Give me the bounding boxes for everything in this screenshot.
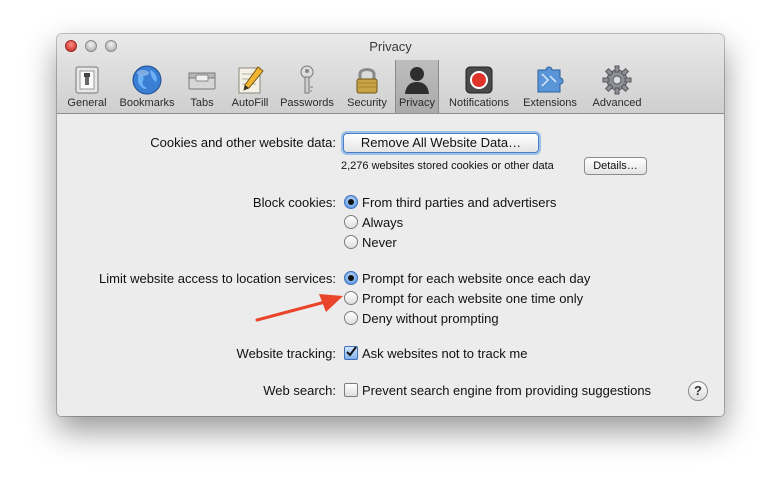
do-not-track-label[interactable]: Ask websites not to track me [362,346,527,361]
prevent-suggestions-label[interactable]: Prevent search engine from providing sug… [362,383,651,398]
radio-label-third-parties[interactable]: From third parties and advertisers [362,195,556,210]
details-button[interactable]: Details… [584,157,647,175]
annotation-arrow [255,294,343,322]
tabs-icon [188,72,216,90]
preferences-window: Privacy General Bookmarks Tabs AutoFill … [57,34,724,416]
annotation-arrow-shaft [255,300,327,322]
toolbar-item-label: Advanced [592,97,642,109]
toolbar-item-label: AutoFill [231,97,269,109]
toolbar-item-passwords[interactable]: Passwords [277,60,337,112]
toolbar-item-label: Privacy [398,97,436,109]
padlock-icon [356,68,378,94]
toolbar-item-label: Tabs [190,97,214,109]
toolbar-item-extensions[interactable]: Extensions [519,60,581,112]
notifications-record-icon [465,66,493,94]
general-switch-icon [75,66,99,94]
toolbar-item-label: Security [347,97,387,109]
toolbar-item-general[interactable]: General [63,60,111,112]
radio-block-third-parties[interactable] [344,195,358,209]
toolbar-item-label: General [67,97,107,109]
radio-label-once-each-day[interactable]: Prompt for each website once each day [362,271,590,286]
block-cookies-label: Block cookies: [252,195,336,210]
cookies-label: Cookies and other website data: [150,135,336,150]
radio-location-once-each-day[interactable] [344,271,358,285]
toolbar-item-privacy[interactable]: Privacy [395,60,439,113]
toolbar-item-security[interactable]: Security [341,60,393,112]
prevent-suggestions-checkbox[interactable] [344,383,358,397]
stored-data-count: 2,276 websites stored cookies or other d… [341,160,554,172]
puzzle-piece-icon [537,66,564,93]
radio-block-always[interactable] [344,215,358,229]
do-not-track-checkbox[interactable] [344,346,358,360]
radio-label-deny[interactable]: Deny without prompting [362,311,499,326]
globe-icon [132,65,162,95]
toolbar-item-label: Extensions [523,97,577,109]
annotation-arrow-head [319,294,343,312]
toolbar-item-advanced[interactable]: Advanced [585,60,649,112]
web-search-label: Web search: [263,383,336,398]
toolbar-item-bookmarks[interactable]: Bookmarks [115,60,179,112]
toolbar-item-label: Bookmarks [119,97,175,109]
toolbar-item-label: Passwords [280,97,334,109]
help-button[interactable]: ? [688,381,708,401]
gear-icon [602,65,632,95]
toolbar-item-notifications[interactable]: Notifications [443,60,515,112]
person-silhouette-icon [405,67,429,94]
toolbar-item-autofill[interactable]: AutoFill [225,60,275,112]
location-services-label: Limit website access to location service… [99,271,336,286]
privacy-pane: Cookies and other website data: Remove A… [57,114,724,416]
autofill-pencil-icon [238,66,264,94]
radio-label-always[interactable]: Always [362,215,403,230]
toolbar-item-label: Notifications [449,97,509,109]
website-tracking-label: Website tracking: [236,346,336,361]
remove-all-website-data-button[interactable]: Remove All Website Data… [343,133,539,153]
window-title: Privacy [369,39,412,54]
toolbar: Privacy General Bookmarks Tabs AutoFill … [57,34,724,114]
radio-label-never[interactable]: Never [362,235,397,250]
radio-block-never[interactable] [344,235,358,249]
checkmark-icon [346,346,357,357]
radio-label-one-time-only[interactable]: Prompt for each website one time only [362,291,583,306]
key-icon [300,65,314,94]
toolbar-item-tabs[interactable]: Tabs [181,60,223,112]
